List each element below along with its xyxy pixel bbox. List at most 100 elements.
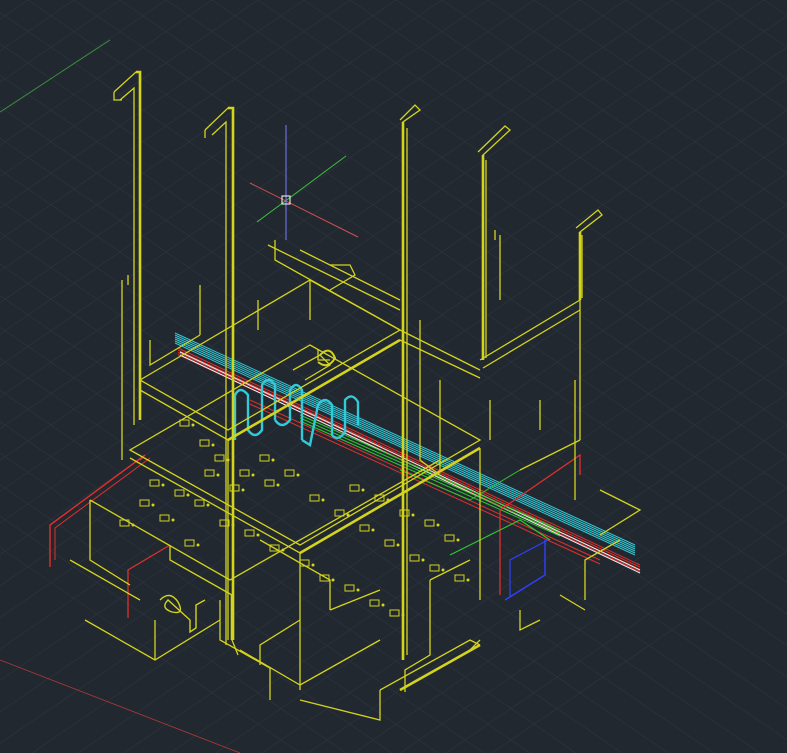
- valve-icon: [281, 548, 285, 552]
- valve-icon: [191, 423, 195, 427]
- valve-icon: [256, 533, 260, 537]
- pipe-segment: [259, 619, 301, 665]
- cold-water-line: [174, 334, 636, 548]
- grid-line: [169, 330, 787, 753]
- valve-icon: [206, 503, 210, 507]
- valve-icon: [401, 613, 405, 617]
- fitting-icon: [194, 499, 205, 507]
- grid-line: [0, 0, 581, 398]
- pipe-fittings[interactable]: [119, 349, 470, 634]
- cursor-x-axis: [249, 182, 359, 238]
- world-axes: [0, 39, 241, 753]
- grid-line: [445, 519, 787, 753]
- pipe-segment: [482, 309, 581, 369]
- valve-icon: [271, 458, 275, 462]
- fitting-icon: [174, 489, 185, 497]
- model-space-viewport[interactable]: [0, 0, 787, 753]
- pipe-segment: [267, 244, 401, 311]
- pipe-segment: [211, 120, 227, 645]
- blue-line: [509, 539, 549, 597]
- pipe-segment: [479, 299, 581, 361]
- fitting-icon: [139, 499, 150, 507]
- hot-water-line: [177, 349, 641, 568]
- grid-line: [0, 0, 121, 83]
- grid-line: [0, 0, 719, 492]
- grid-line: [211, 0, 787, 395]
- valve-icon: [186, 493, 190, 497]
- hot-water-riser: [127, 544, 171, 618]
- grid-line: [395, 0, 787, 269]
- grid-line: [0, 295, 669, 753]
- hot-water-riser: [54, 457, 151, 560]
- fitting-icon: [239, 469, 250, 477]
- valve-icon: [321, 498, 325, 502]
- world-x-axis: [0, 659, 241, 753]
- fitting-icon: [159, 514, 170, 522]
- valve-icon: [216, 473, 220, 477]
- grid-line: [533, 0, 787, 174]
- valve-icon: [331, 578, 335, 582]
- grid-line: [441, 0, 787, 237]
- valve-icon: [226, 458, 230, 462]
- pipe-segment: [239, 639, 381, 686]
- valve-icon: [131, 523, 135, 527]
- valve-icon: [396, 543, 400, 547]
- grid-line: [399, 487, 787, 753]
- grid-line: [625, 0, 787, 111]
- fitting-icon: [214, 454, 225, 462]
- fitting-icon: [199, 439, 210, 447]
- grid-line: [0, 452, 439, 753]
- fitting-icon: [309, 494, 320, 502]
- grid-line: [0, 0, 259, 178]
- valve-icon: [346, 513, 350, 517]
- fitting-icon: [359, 524, 370, 532]
- pipe-segment: [599, 489, 642, 536]
- valve-icon: [231, 523, 235, 527]
- grid-line: [0, 0, 213, 146]
- fitting-icon: [244, 529, 255, 537]
- fitting-icon: [424, 519, 435, 527]
- fitting-icon: [184, 539, 195, 547]
- grid-line: [0, 0, 29, 20]
- fitting-icon: [344, 584, 355, 592]
- grid-line: [0, 0, 351, 241]
- main-riser: [399, 643, 481, 692]
- pipe-segment: [399, 339, 481, 379]
- valve-icon: [411, 513, 415, 517]
- valve-icon: [466, 578, 470, 582]
- main-riser: [136, 70, 142, 420]
- valve-icon: [456, 538, 460, 542]
- pipe-segment: [399, 329, 481, 371]
- valve-icon: [196, 543, 200, 547]
- fitting-icon: [159, 594, 206, 634]
- drawing-canvas[interactable]: [0, 0, 787, 753]
- valve-icon: [171, 518, 175, 522]
- grid-line: [77, 267, 787, 753]
- fitting-icon: [149, 479, 160, 487]
- valve-icon: [296, 473, 300, 477]
- pipe-segment: [169, 545, 233, 596]
- grid-line: [0, 0, 765, 524]
- pipe-segment: [292, 354, 332, 381]
- piping-model[interactable]: [69, 70, 642, 721]
- crosshair-cursor[interactable]: [249, 125, 359, 240]
- valve-icon: [361, 488, 365, 492]
- grid-line: [487, 0, 787, 206]
- grid-line: [717, 0, 787, 48]
- fitting-icon: [454, 574, 465, 582]
- valve-icon: [381, 603, 385, 607]
- valve-icon: [436, 523, 440, 527]
- cold-water-line: [174, 342, 636, 556]
- grid-line: [671, 0, 787, 80]
- valve-icon: [151, 503, 155, 507]
- valve-icon: [441, 568, 445, 572]
- valve-icon: [311, 563, 315, 567]
- hot-water-line: [177, 347, 641, 566]
- background-grid: [0, 0, 787, 753]
- fitting-icon: [349, 484, 360, 492]
- valve-icon: [356, 588, 360, 592]
- valve-icon: [241, 488, 245, 492]
- grid-line: [353, 456, 787, 753]
- grid-line: [0, 0, 75, 52]
- valve-icon: [251, 473, 255, 477]
